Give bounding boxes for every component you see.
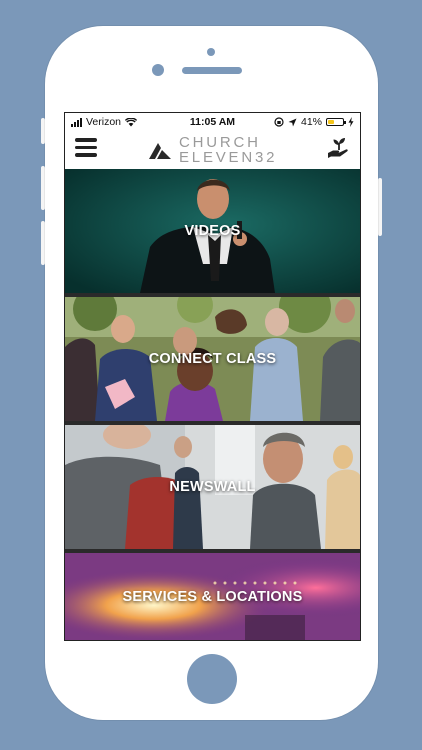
tile-newswall-label: NEWSWALL [169,479,256,495]
tile-services-locations-label: SERVICES & LOCATIONS [122,588,303,605]
tile-videos-label: VIDEOS [184,223,241,239]
tile-services-locations[interactable]: SERVICES & LOCATIONS [65,553,360,640]
church-logo: CHURCH ELEVEN32 [149,135,277,165]
charging-bolt-icon [348,117,354,127]
status-bar: Verizon 11:05 AM 41% [65,113,360,131]
app-header: CHURCH ELEVEN32 [65,131,360,170]
rotation-lock-icon [274,117,284,127]
tile-videos[interactable]: VIDEOS [65,169,360,293]
giving-hand-plant-icon[interactable] [326,136,352,162]
app-screen: Verizon 11:05 AM 41% CHURCH ELEVEN32 VID… [64,112,361,641]
battery-percent: 41% [300,116,322,128]
hamburger-menu-icon[interactable] [75,138,97,160]
logo-line-church: CHURCH [179,134,261,151]
earpiece-speaker [182,67,242,74]
logo-line-eleven32: ELEVEN32 [179,149,278,166]
tile-connect-class-label: CONNECT CLASS [148,351,277,367]
power-button [378,178,382,236]
logo-mark-icon [149,143,171,159]
battery-icon [326,118,346,126]
tile-connect-class[interactable]: CONNECT CLASS [65,297,360,421]
tile-newswall[interactable]: NEWSWALL [65,425,360,549]
front-camera [152,64,164,76]
home-button[interactable] [187,654,237,704]
location-arrow-icon [288,118,297,126]
proximity-sensor [207,48,215,56]
